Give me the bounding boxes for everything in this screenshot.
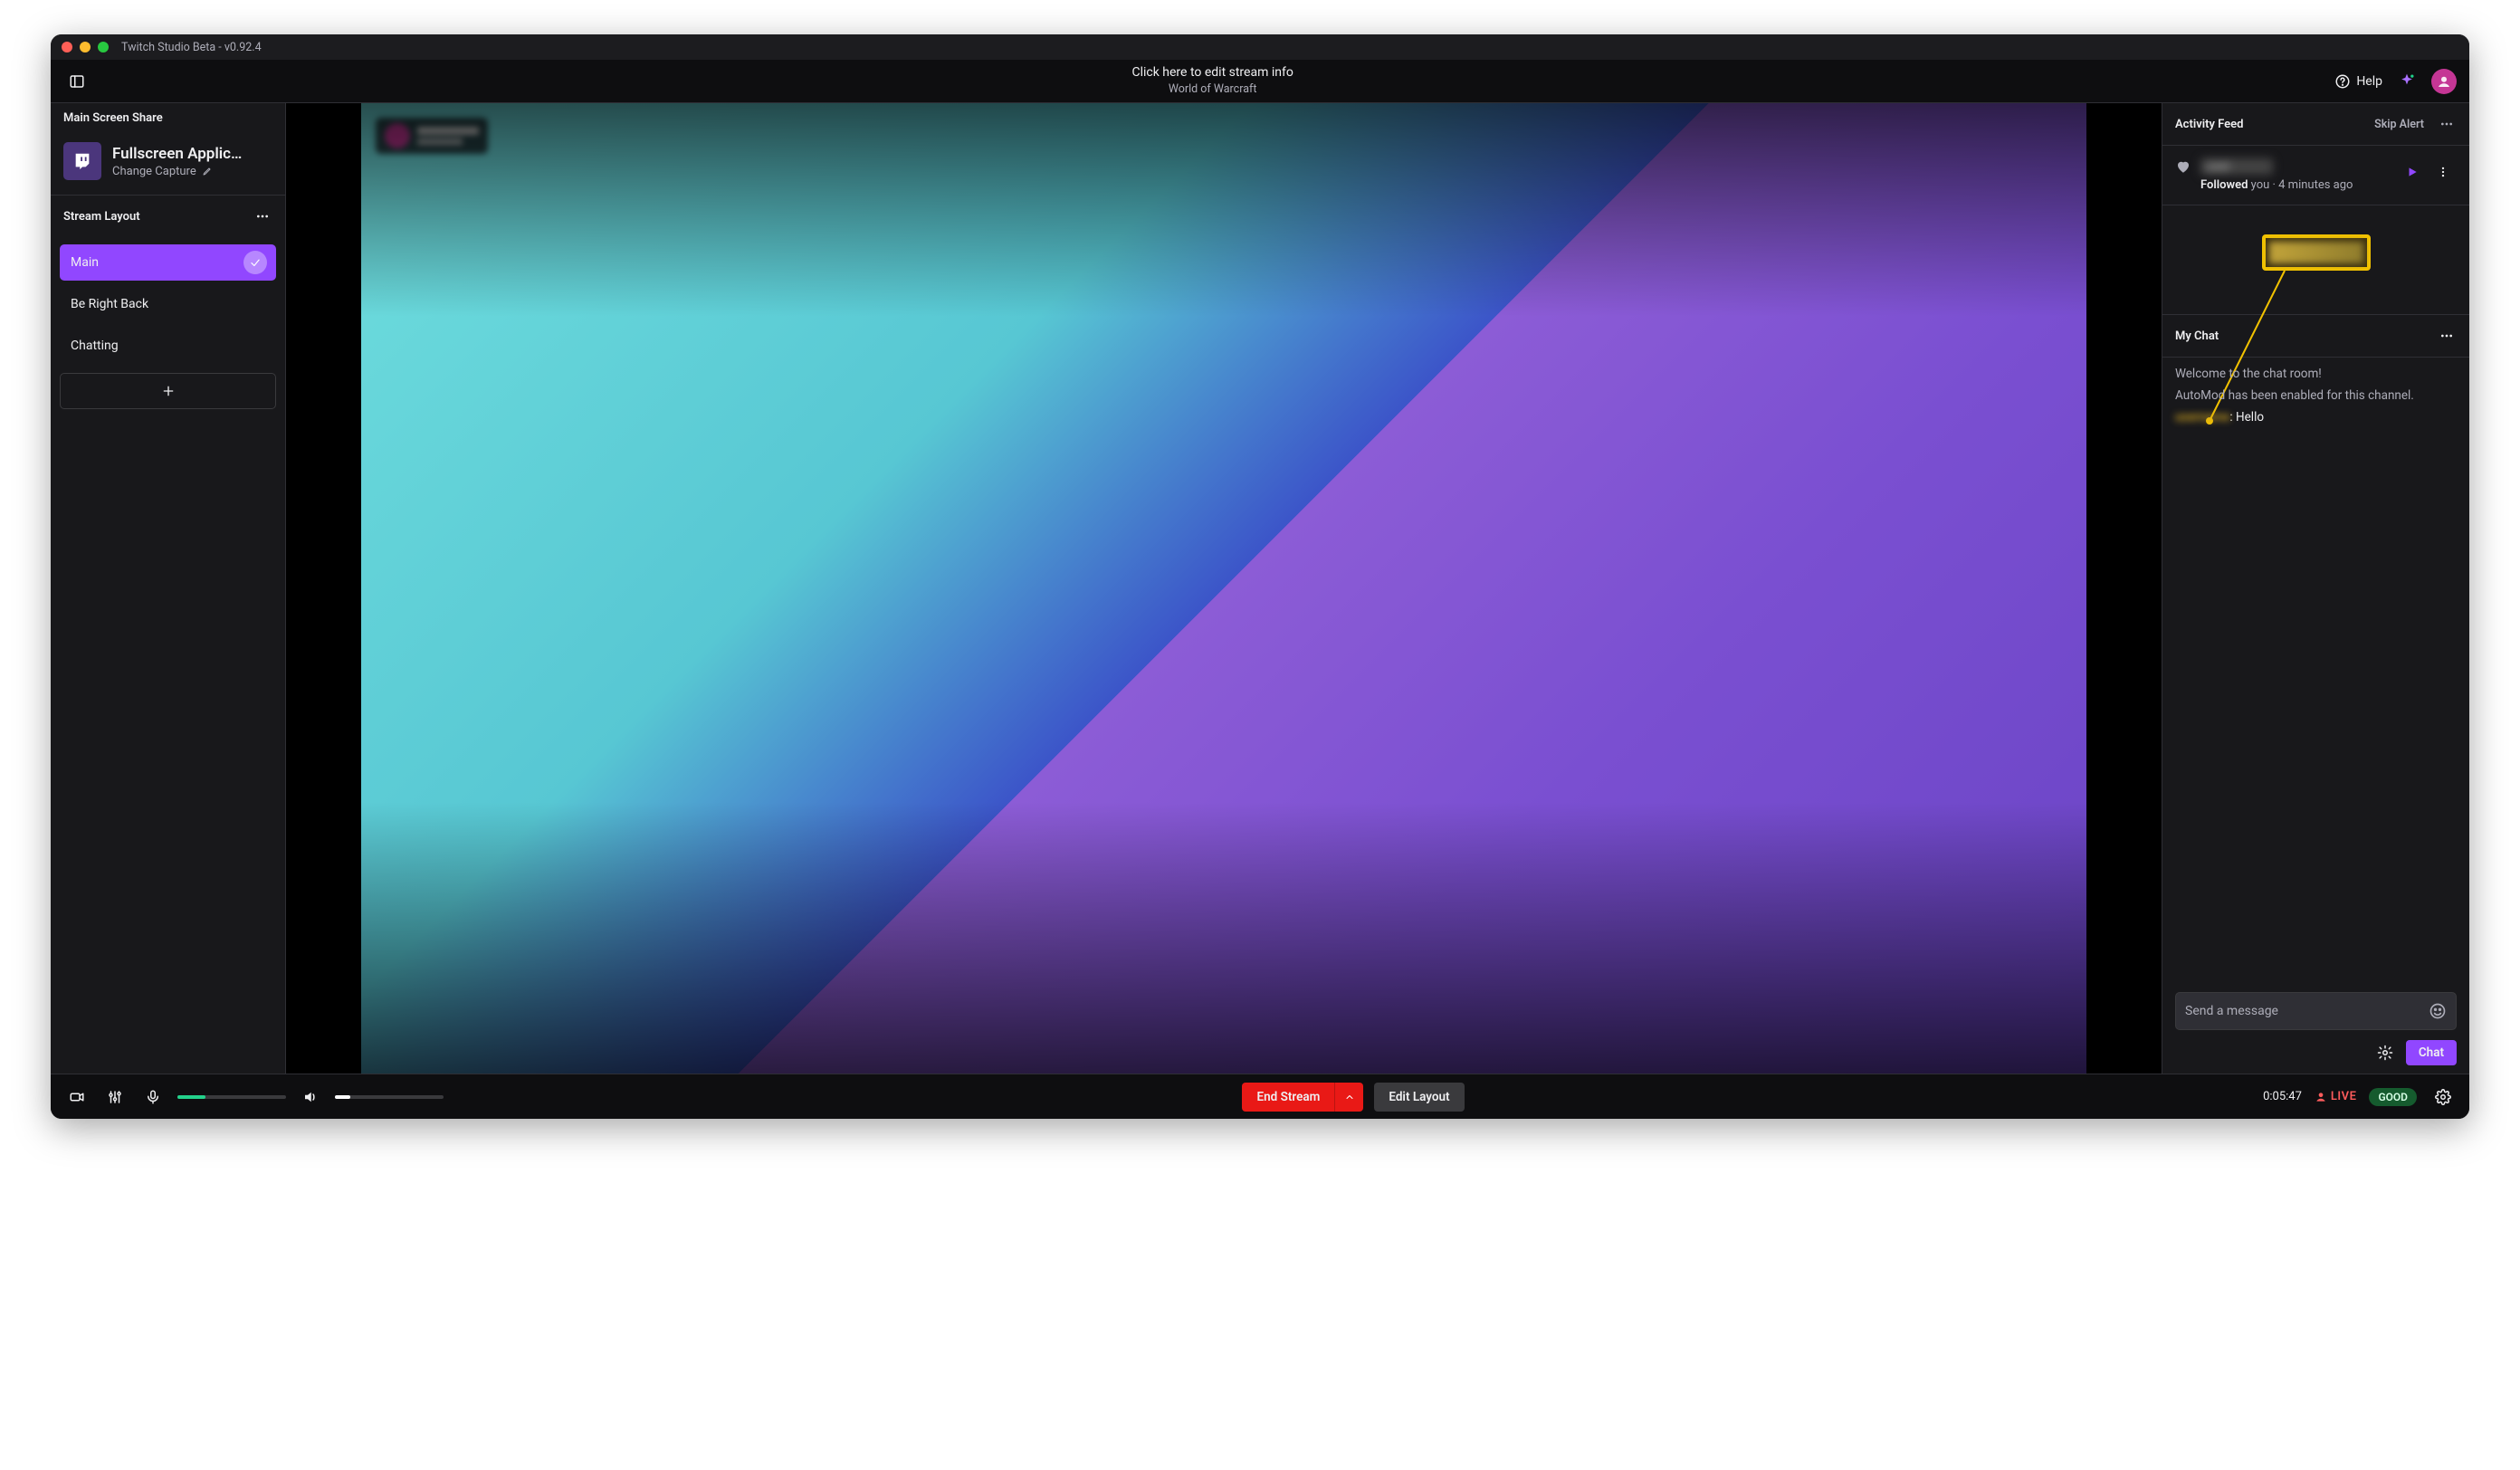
traffic-minimize[interactable] xyxy=(80,42,91,52)
activity-feed-header: Activity Feed Skip Alert xyxy=(2162,103,2469,146)
preview-overlay-badge xyxy=(376,118,488,154)
connection-quality: GOOD xyxy=(2369,1088,2417,1106)
activity-item: user Followed you · 4 minutes ago xyxy=(2162,146,2469,205)
live-indicator: LIVE xyxy=(2315,1090,2357,1103)
add-scene-button[interactable] xyxy=(60,373,276,409)
mic-toggle[interactable] xyxy=(139,1083,167,1111)
scene-active-check xyxy=(243,251,267,274)
gear-icon xyxy=(2435,1089,2451,1105)
chat-settings-button[interactable] xyxy=(2372,1039,2399,1066)
traffic-zoom[interactable] xyxy=(98,42,109,52)
more-vertical-icon xyxy=(2437,166,2449,178)
camera-toggle[interactable] xyxy=(63,1083,91,1111)
stream-preview[interactable] xyxy=(286,103,2162,1074)
scene-list: Main Be Right Back Chatting xyxy=(51,237,285,416)
help-icon xyxy=(2334,73,2351,90)
speaker-volume-slider[interactable] xyxy=(335,1095,444,1099)
help-button[interactable]: Help xyxy=(2334,73,2382,90)
mic-volume-slider[interactable] xyxy=(177,1095,286,1099)
speaker-toggle[interactable] xyxy=(297,1083,324,1111)
camera-icon xyxy=(69,1089,85,1105)
more-icon xyxy=(2439,329,2454,343)
sparkle-button[interactable] xyxy=(2393,68,2420,95)
scene-chatting[interactable]: Chatting xyxy=(60,328,276,364)
twitch-glitch-icon xyxy=(72,151,92,171)
layout-more-button[interactable] xyxy=(249,203,276,230)
activity-username: user xyxy=(2200,158,2273,175)
chat-messages: Welcome to the chat room! AutoMod has be… xyxy=(2162,358,2469,983)
speaker-icon xyxy=(302,1089,319,1105)
stream-layout-header: Stream Layout xyxy=(51,195,285,237)
end-stream-split: End Stream xyxy=(1242,1083,1363,1112)
gear-icon xyxy=(2377,1045,2393,1061)
chat-input-placeholder: Send a message xyxy=(2185,1004,2429,1018)
capture-source: Fullscreen Applic… Change Capture xyxy=(51,133,285,195)
mixer-button[interactable] xyxy=(101,1083,129,1111)
chat-send-button[interactable]: Chat xyxy=(2406,1040,2457,1065)
preview-column xyxy=(286,103,2162,1074)
sparkle-icon xyxy=(2398,72,2416,91)
preview-canvas xyxy=(361,103,2086,1074)
viewer-icon xyxy=(2315,1091,2327,1103)
emoji-icon[interactable] xyxy=(2429,1002,2447,1020)
end-stream-caret[interactable] xyxy=(1334,1083,1363,1112)
chat-input[interactable]: Send a message xyxy=(2175,992,2457,1030)
traffic-close[interactable] xyxy=(62,42,72,52)
capture-title: Fullscreen Applic… xyxy=(112,145,242,163)
chat-more-button[interactable] xyxy=(2433,322,2460,349)
stream-info-subtitle: World of Warcraft xyxy=(91,82,2334,97)
plus-icon xyxy=(161,384,176,398)
chat-panel: Welcome to the chat room! AutoMod has be… xyxy=(2162,358,2469,1074)
settings-button[interactable] xyxy=(2429,1083,2457,1111)
pencil-icon xyxy=(202,166,213,177)
chat-username: username xyxy=(2175,410,2229,425)
edit-layout-button[interactable]: Edit Layout xyxy=(1374,1083,1464,1112)
chat-welcome: Welcome to the chat room! xyxy=(2175,367,2457,381)
chevron-up-icon xyxy=(1344,1092,1355,1102)
app-title: Twitch Studio Beta - v0.92.4 xyxy=(121,41,262,54)
capture-thumb xyxy=(63,142,101,180)
chat-line: username: Hello xyxy=(2175,410,2457,425)
activity-description: Followed you · 4 minutes ago xyxy=(2200,178,2390,192)
heart-icon xyxy=(2175,158,2191,175)
annotation-highlight xyxy=(2262,234,2371,271)
chat-header: My Chat xyxy=(2162,314,2469,358)
avatar-icon xyxy=(2436,73,2452,90)
help-label: Help xyxy=(2356,74,2382,89)
user-avatar[interactable] xyxy=(2431,69,2457,94)
scene-brb[interactable]: Be Right Back xyxy=(60,286,276,322)
activity-more-button[interactable] xyxy=(2433,110,2460,138)
app-header: Click here to edit stream info World of … xyxy=(51,60,2469,103)
stream-info-title: Click here to edit stream info xyxy=(91,65,2334,81)
chat-automod: AutoMod has been enabled for this channe… xyxy=(2175,388,2457,403)
collapse-panel-button[interactable] xyxy=(63,68,91,95)
activity-item-more[interactable] xyxy=(2429,158,2457,186)
more-icon xyxy=(2439,117,2454,131)
activity-play-button[interactable] xyxy=(2399,158,2426,186)
play-icon xyxy=(2406,166,2419,178)
titlebar: Twitch Studio Beta - v0.92.4 xyxy=(51,34,2469,60)
scene-main[interactable]: Main xyxy=(60,244,276,281)
stream-info-button[interactable]: Click here to edit stream info World of … xyxy=(91,65,2334,96)
mic-icon xyxy=(145,1089,161,1105)
window-controls xyxy=(62,42,109,52)
sliders-icon xyxy=(107,1089,123,1105)
change-capture-button[interactable]: Change Capture xyxy=(112,165,242,178)
right-column: Activity Feed Skip Alert user Followed y… xyxy=(2162,103,2469,1074)
sidebar-collapse-icon xyxy=(69,73,85,90)
more-icon xyxy=(255,209,270,224)
sidebar-section-title: Main Screen Share xyxy=(51,103,285,133)
check-icon xyxy=(249,256,262,269)
end-stream-button[interactable]: End Stream xyxy=(1242,1083,1334,1112)
left-sidebar: Main Screen Share Fullscreen Applic… Cha… xyxy=(51,103,286,1074)
skip-alert-button[interactable]: Skip Alert xyxy=(2374,118,2424,131)
bottom-bar: End Stream Edit Layout 0:05:47 LIVE GOOD xyxy=(51,1074,2469,1119)
stream-timer: 0:05:47 xyxy=(2263,1090,2302,1103)
